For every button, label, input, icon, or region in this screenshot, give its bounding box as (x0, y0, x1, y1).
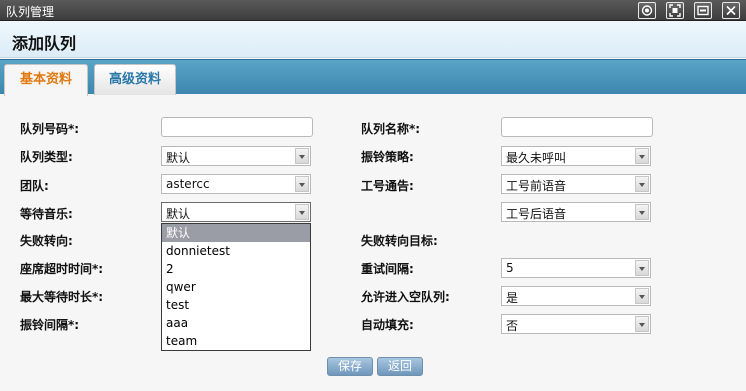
dropdown-option[interactable]: donnietest (162, 242, 310, 260)
tab-advanced-info[interactable]: 高级资料 (94, 64, 176, 95)
chevron-down-icon[interactable] (635, 316, 649, 332)
dropdown-option[interactable]: test (162, 296, 310, 314)
retry-interval-value: 5 (506, 261, 514, 275)
allow-empty-select[interactable]: 是 (501, 286, 651, 306)
auto-fill-value: 否 (506, 319, 519, 333)
queue-number-label: 队列号码*: (20, 122, 80, 136)
chevron-down-icon[interactable] (295, 148, 309, 164)
agent-announce-select[interactable]: 工号前语音 (501, 174, 651, 194)
agent-announce-value: 工号前语音 (506, 179, 567, 193)
team-select[interactable]: astercc (161, 174, 311, 194)
chevron-down-icon[interactable] (635, 288, 649, 304)
ring-interval-label: 振铃间隔*: (20, 318, 80, 332)
fullscreen-icon[interactable] (666, 2, 684, 19)
dropdown-option[interactable]: qwer (162, 278, 310, 296)
agent-announce-after-select[interactable]: 工号后语音 (501, 202, 651, 222)
chevron-down-icon[interactable] (635, 204, 649, 220)
page-title: 添加队列 (12, 34, 77, 53)
back-button[interactable]: 返回 (377, 357, 423, 376)
dropdown-option[interactable]: aaa (162, 314, 310, 332)
max-wait-label: 最大等待时长*: (20, 290, 104, 304)
minimize-icon[interactable] (694, 2, 712, 19)
dropdown-option[interactable]: 2 (162, 260, 310, 278)
retry-interval-select[interactable]: 5 (501, 258, 651, 278)
chevron-down-icon[interactable] (635, 148, 649, 164)
chevron-down-icon[interactable] (295, 176, 309, 192)
agent-announce-label: 工号通告: (361, 179, 414, 193)
ring-strategy-label: 振铃策略: (361, 150, 414, 164)
chevron-down-icon[interactable] (635, 260, 649, 276)
window-titlebar: 队列管理 (0, 0, 746, 21)
hold-music-value: 默认 (166, 207, 191, 221)
save-button[interactable]: 保存 (327, 357, 373, 376)
retry-interval-label: 重试间隔: (361, 262, 414, 276)
chevron-down-icon[interactable] (295, 204, 309, 220)
queue-name-input[interactable] (501, 117, 653, 137)
fail-route-label: 失败转向: (20, 234, 73, 248)
allow-empty-value: 是 (506, 291, 519, 305)
record-icon[interactable] (638, 2, 656, 19)
hold-music-select[interactable]: 默认 (161, 202, 311, 222)
close-icon[interactable] (722, 2, 740, 19)
ring-strategy-select[interactable]: 最久未呼叫 (501, 146, 651, 166)
fail-target-label: 失败转向目标: (361, 234, 438, 248)
tab-basic-info[interactable]: 基本资料 (4, 64, 88, 96)
hold-music-dropdown: 默认 donnietest 2 qwer test aaa team (161, 223, 311, 351)
chevron-down-icon[interactable] (635, 176, 649, 192)
allow-empty-label: 允许进入空队列: (361, 290, 450, 304)
queue-type-label: 队列类型: (20, 150, 73, 164)
team-label: 团队: (20, 179, 49, 193)
window-title: 队列管理 (6, 5, 55, 19)
auto-fill-label: 自动填充: (361, 318, 414, 332)
dropdown-option[interactable]: 默认 (162, 224, 310, 242)
dropdown-option[interactable]: team (162, 332, 310, 350)
tab-bar: 基本资料 高级资料 (0, 59, 746, 96)
queue-number-input[interactable] (161, 117, 313, 137)
agent-announce-after-value: 工号后语音 (506, 207, 567, 221)
ring-strategy-value: 最久未呼叫 (506, 151, 567, 165)
queue-type-value: 默认 (166, 151, 191, 165)
queue-type-select[interactable]: 默认 (161, 146, 311, 166)
seat-timeout-label: 座席超时时间*: (20, 262, 104, 276)
hold-music-label: 等待音乐: (20, 207, 73, 221)
auto-fill-select[interactable]: 否 (501, 314, 651, 334)
page-header: 添加队列 (0, 22, 746, 58)
queue-name-label: 队列名称*: (361, 122, 421, 136)
team-value: astercc (166, 177, 210, 191)
